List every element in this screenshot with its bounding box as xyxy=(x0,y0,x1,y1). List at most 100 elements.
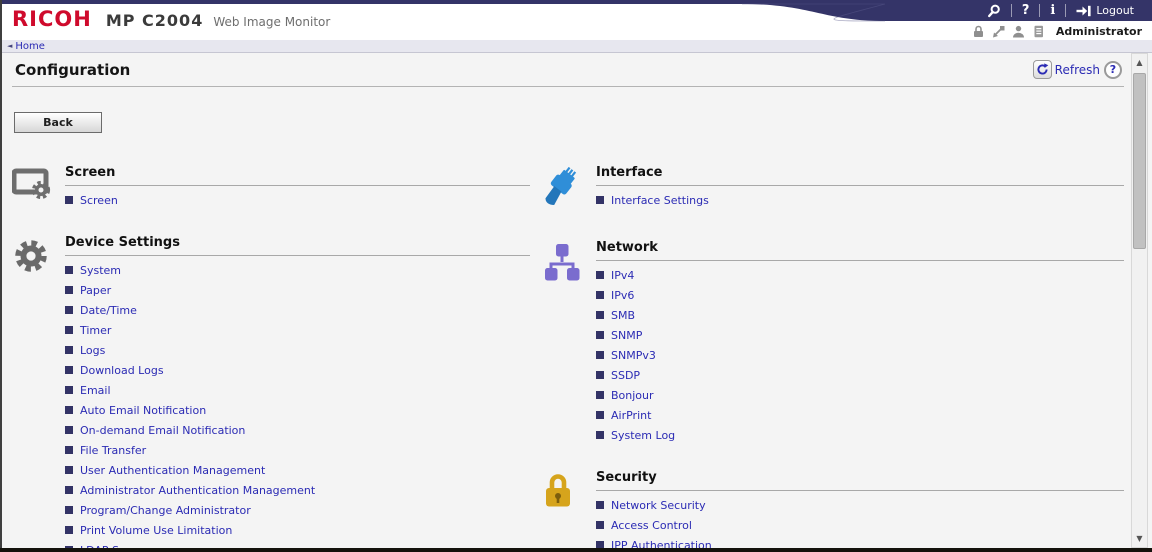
config-link[interactable]: Program/Change Administrator xyxy=(80,504,251,517)
config-link[interactable]: Paper xyxy=(80,284,111,297)
section-title: Security xyxy=(596,470,1124,491)
bullet-square-icon xyxy=(65,286,73,294)
config-link[interactable]: On-demand Email Notification xyxy=(80,424,245,437)
search-button[interactable] xyxy=(977,1,1011,21)
bullet-square-icon xyxy=(596,411,604,419)
config-link-item[interactable]: Access Control xyxy=(596,515,1124,535)
bullet-square-icon xyxy=(596,331,604,339)
scrollbar-thumb[interactable] xyxy=(1133,73,1146,249)
bullet-square-icon xyxy=(596,521,604,529)
config-link-item[interactable]: Timer xyxy=(65,320,530,340)
config-link[interactable]: System xyxy=(80,264,121,277)
config-link-item[interactable]: SSDP xyxy=(596,365,1124,385)
config-link-item[interactable]: File Transfer xyxy=(65,440,530,460)
config-link-item[interactable]: SNMPv3 xyxy=(596,345,1124,365)
config-link[interactable]: SNMP xyxy=(611,329,642,342)
config-link[interactable]: Network Security xyxy=(611,499,706,512)
help-button[interactable]: ? xyxy=(1012,1,1040,21)
config-link[interactable]: Interface Settings xyxy=(611,194,709,207)
config-link[interactable]: File Transfer xyxy=(80,444,146,457)
config-link[interactable]: IPv4 xyxy=(611,269,634,282)
config-link-item[interactable]: Interface Settings xyxy=(596,190,1124,210)
bullet-square-icon xyxy=(596,311,604,319)
info-button[interactable]: i xyxy=(1040,1,1065,21)
config-link-item[interactable]: Program/Change Administrator xyxy=(65,500,530,520)
config-link[interactable]: System Log xyxy=(611,429,675,442)
config-link[interactable]: Access Control xyxy=(611,519,692,532)
config-link[interactable]: IPv6 xyxy=(611,289,634,302)
breadcrumb: ◄ Home xyxy=(0,40,1152,53)
section-screen: ScreenScreen xyxy=(12,165,530,210)
config-link[interactable]: SNMPv3 xyxy=(611,349,656,362)
vertical-scrollbar[interactable]: ▲ ▼ xyxy=(1131,53,1148,548)
document-status-icon xyxy=(1032,25,1045,38)
config-link[interactable]: Print Volume Use Limitation xyxy=(80,524,232,537)
refresh-icon xyxy=(1033,60,1052,79)
bullet-square-icon xyxy=(596,271,604,279)
config-link[interactable]: User Authentication Management xyxy=(80,464,265,477)
refresh-label: Refresh xyxy=(1055,63,1100,77)
bullet-square-icon xyxy=(596,196,604,204)
config-link[interactable]: Timer xyxy=(80,324,111,337)
config-link-item[interactable]: Screen xyxy=(65,190,530,210)
scrollbar-up-arrow-icon[interactable]: ▲ xyxy=(1132,55,1147,70)
config-link-item[interactable]: Paper xyxy=(65,280,530,300)
bullet-square-icon xyxy=(596,541,604,548)
config-link-item[interactable]: SNMP xyxy=(596,325,1124,345)
status-row: Administrator xyxy=(972,24,1142,39)
page-help-button[interactable]: ? xyxy=(1104,61,1122,79)
config-link[interactable]: Logs xyxy=(80,344,105,357)
back-row: Back xyxy=(14,111,1130,133)
config-link-item[interactable]: Network Security xyxy=(596,495,1124,515)
config-link[interactable]: Auto Email Notification xyxy=(80,404,206,417)
config-link-item[interactable]: IPv6 xyxy=(596,285,1124,305)
bullet-square-icon xyxy=(65,486,73,494)
section-links: System Paper Date/Time Timer Logs Download Lo… xyxy=(65,256,530,548)
bullet-square-icon xyxy=(65,406,73,414)
section-links: Interface Settings xyxy=(596,186,1124,210)
window-left-border xyxy=(0,0,2,552)
config-link[interactable]: AirPrint xyxy=(611,409,651,422)
config-link[interactable]: Date/Time xyxy=(80,304,137,317)
config-link-item[interactable]: On-demand Email Notification xyxy=(65,420,530,440)
config-link-item[interactable]: Download Logs xyxy=(65,360,530,380)
section-title: Device Settings xyxy=(65,235,530,256)
config-link-item[interactable]: Administrator Authentication Management xyxy=(65,480,530,500)
config-link-item[interactable]: IPv4 xyxy=(596,265,1124,285)
config-link-item[interactable]: LDAP Server xyxy=(65,540,530,548)
logout-button[interactable]: Logout xyxy=(1066,1,1144,21)
home-link[interactable]: Home xyxy=(15,41,45,52)
config-link-item[interactable]: User Authentication Management xyxy=(65,460,530,480)
config-link-item[interactable]: Auto Email Notification xyxy=(65,400,530,420)
config-link[interactable]: SSDP xyxy=(611,369,640,382)
ricoh-logo: RICOH xyxy=(12,7,92,31)
config-link-item[interactable]: Date/Time xyxy=(65,300,530,320)
bullet-square-icon xyxy=(596,371,604,379)
config-link[interactable]: Screen xyxy=(80,194,118,207)
config-link[interactable]: Download Logs xyxy=(80,364,164,377)
config-link-item[interactable]: Bonjour xyxy=(596,385,1124,405)
config-link[interactable]: IPP Authentication xyxy=(611,539,712,549)
section-interface: InterfaceInterface Settings xyxy=(543,165,1124,215)
config-link[interactable]: SMB xyxy=(611,309,635,322)
config-link[interactable]: Email xyxy=(80,384,111,397)
config-link[interactable]: Administrator Authentication Management xyxy=(80,484,315,497)
config-link-item[interactable]: Email xyxy=(65,380,530,400)
config-link-item[interactable]: System xyxy=(65,260,530,280)
config-link[interactable]: Bonjour xyxy=(611,389,654,402)
content-area: Configuration Refresh ? Back ScreenScr xyxy=(2,53,1130,548)
config-link-item[interactable]: Logs xyxy=(65,340,530,360)
refresh-cluster: Refresh ? xyxy=(1033,60,1124,79)
back-button[interactable]: Back xyxy=(14,112,102,133)
config-link-item[interactable]: Print Volume Use Limitation xyxy=(65,520,530,540)
config-link-item[interactable]: System Log xyxy=(596,425,1124,445)
config-link-item[interactable]: SMB xyxy=(596,305,1124,325)
section-title: Network xyxy=(596,240,1124,261)
config-link-item[interactable]: AirPrint xyxy=(596,405,1124,425)
user-role-label: Administrator xyxy=(1056,25,1142,38)
scrollbar-down-arrow-icon[interactable]: ▼ xyxy=(1132,531,1147,546)
config-link-item[interactable]: IPP Authentication xyxy=(596,535,1124,548)
refresh-button[interactable]: Refresh xyxy=(1033,60,1100,79)
bullet-square-icon xyxy=(596,291,604,299)
bullet-square-icon xyxy=(65,266,73,274)
